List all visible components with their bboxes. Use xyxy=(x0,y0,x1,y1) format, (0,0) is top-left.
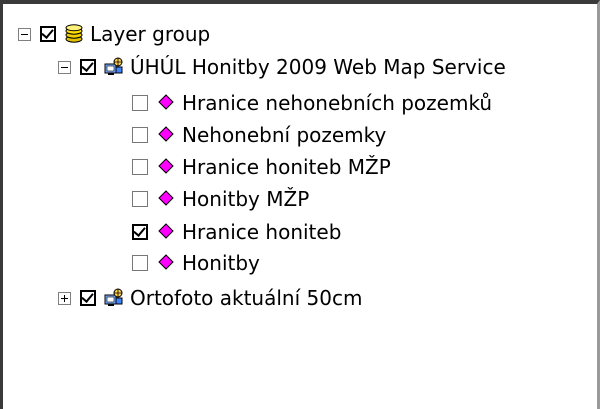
layer-group-checkbox[interactable] xyxy=(40,26,56,42)
layer-checkbox[interactable] xyxy=(132,95,148,111)
layer-checkbox[interactable] xyxy=(132,191,148,207)
ortofoto-checkbox[interactable] xyxy=(80,290,96,306)
layer-checkbox[interactable] xyxy=(132,159,148,175)
layer-diamond-icon xyxy=(156,189,176,209)
collapse-icon[interactable] xyxy=(58,60,71,74)
wms-service-icon xyxy=(104,288,124,308)
layer-diamond-icon xyxy=(156,125,176,145)
wms-service-icon xyxy=(104,57,124,77)
tree-item-label: Layer group xyxy=(90,22,211,46)
tree-item-label: Hranice honiteb MŽP xyxy=(182,155,391,179)
tree-row-layer[interactable]: Hranice honiteb MŽP xyxy=(132,154,391,180)
tree-row-layer-group[interactable]: Layer group xyxy=(18,21,210,47)
tree-row-layer[interactable]: Honitby MŽP xyxy=(132,186,309,212)
layer-group-icon xyxy=(64,24,84,44)
layer-tree-panel: Layer group ÚHÚL Honitby 2009 Web Map Se… xyxy=(0,0,600,409)
layer-diamond-icon xyxy=(156,93,176,113)
layer-diamond-icon xyxy=(156,157,176,177)
tree-item-label: Honitby xyxy=(182,251,260,275)
wms-service-checkbox[interactable] xyxy=(80,59,96,75)
tree-row-layer[interactable]: Nehonební pozemky xyxy=(132,122,386,148)
tree-item-label: Hranice honiteb xyxy=(182,220,342,244)
tree-row-layer[interactable]: Hranice honiteb xyxy=(132,219,341,245)
layer-diamond-icon xyxy=(156,222,176,242)
collapse-icon[interactable] xyxy=(18,27,31,41)
tree-item-label: ÚHÚL Honitby 2009 Web Map Service xyxy=(130,55,506,79)
tree-row-wms-service[interactable]: ÚHÚL Honitby 2009 Web Map Service xyxy=(58,54,506,80)
tree-row-layer[interactable]: Hranice nehonebních pozemků xyxy=(132,90,492,116)
tree-item-label: Nehonební pozemky xyxy=(182,123,387,147)
layer-diamond-icon xyxy=(156,253,176,273)
tree-item-label: Honitby MŽP xyxy=(182,187,310,211)
tree-row-ortofoto[interactable]: Ortofoto aktuální 50cm xyxy=(58,285,362,311)
layer-checkbox[interactable] xyxy=(132,224,148,240)
expand-icon[interactable] xyxy=(58,291,71,305)
layer-checkbox[interactable] xyxy=(132,255,148,271)
tree-item-label: Ortofoto aktuální 50cm xyxy=(130,286,363,310)
tree-item-label: Hranice nehonebních pozemků xyxy=(182,91,493,115)
tree-row-layer[interactable]: Honitby xyxy=(132,250,260,276)
layer-checkbox[interactable] xyxy=(132,127,148,143)
